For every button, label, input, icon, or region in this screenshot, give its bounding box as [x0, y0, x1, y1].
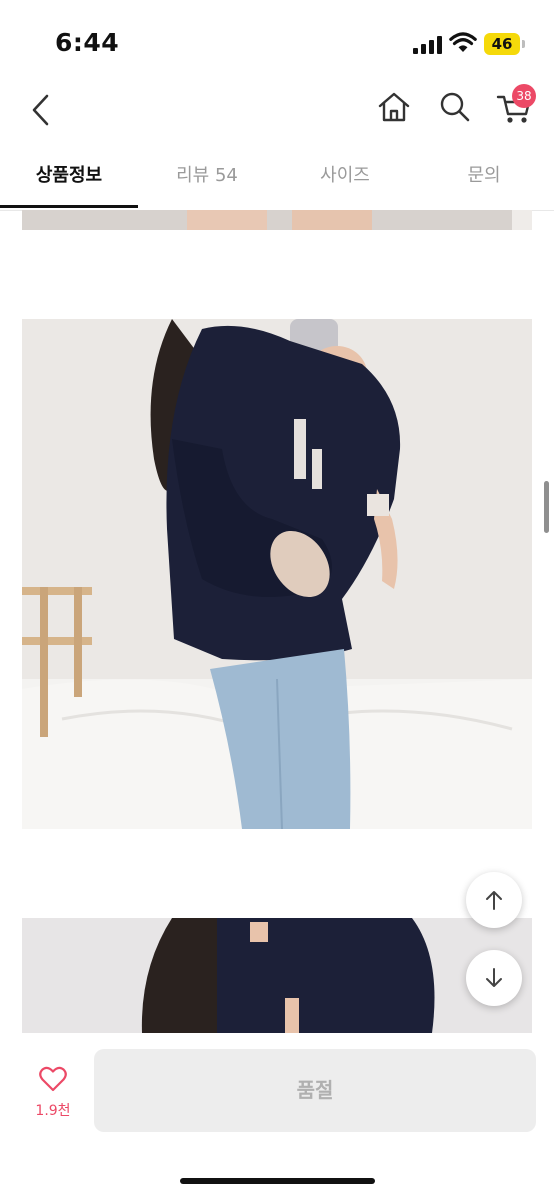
product-image-top — [22, 210, 532, 230]
home-indicator — [180, 1178, 375, 1184]
home-icon[interactable] — [376, 89, 412, 125]
arrow-down-icon — [486, 968, 502, 987]
active-tab-indicator — [0, 205, 138, 208]
sold-out-button[interactable]: 품절 — [94, 1049, 536, 1132]
battery-indicator: 46 — [484, 33, 520, 55]
search-icon[interactable] — [437, 89, 473, 125]
tab-size[interactable]: 사이즈 — [276, 150, 414, 208]
product-image-main — [22, 319, 532, 829]
signal-icon — [413, 34, 443, 54]
status-time: 6:44 — [55, 28, 120, 57]
tab-product-info[interactable]: 상품정보 — [0, 150, 138, 208]
wifi-icon — [449, 32, 477, 52]
tab-inquiry[interactable]: 문의 — [414, 150, 554, 208]
like-count: 1.9천 — [35, 1103, 71, 1119]
product-image-secondary — [22, 918, 532, 1033]
like-button[interactable]: 1.9천 — [24, 1062, 82, 1124]
top-navigation — [0, 80, 554, 140]
tab-bar: 상품정보 리뷰 54 사이즈 문의 — [0, 150, 554, 211]
tab-reviews[interactable]: 리뷰 54 — [138, 150, 276, 208]
scroll-bottom-button[interactable] — [466, 950, 522, 1006]
back-icon[interactable] — [26, 90, 56, 130]
status-bar: 6:44 46 — [0, 0, 554, 80]
cart-count-badge: 38 — [512, 84, 536, 108]
scroll-top-button[interactable] — [466, 872, 522, 928]
scrollbar[interactable] — [544, 481, 549, 533]
arrow-up-icon — [486, 891, 502, 910]
heart-icon — [39, 1066, 67, 1092]
battery-tip — [522, 40, 525, 48]
